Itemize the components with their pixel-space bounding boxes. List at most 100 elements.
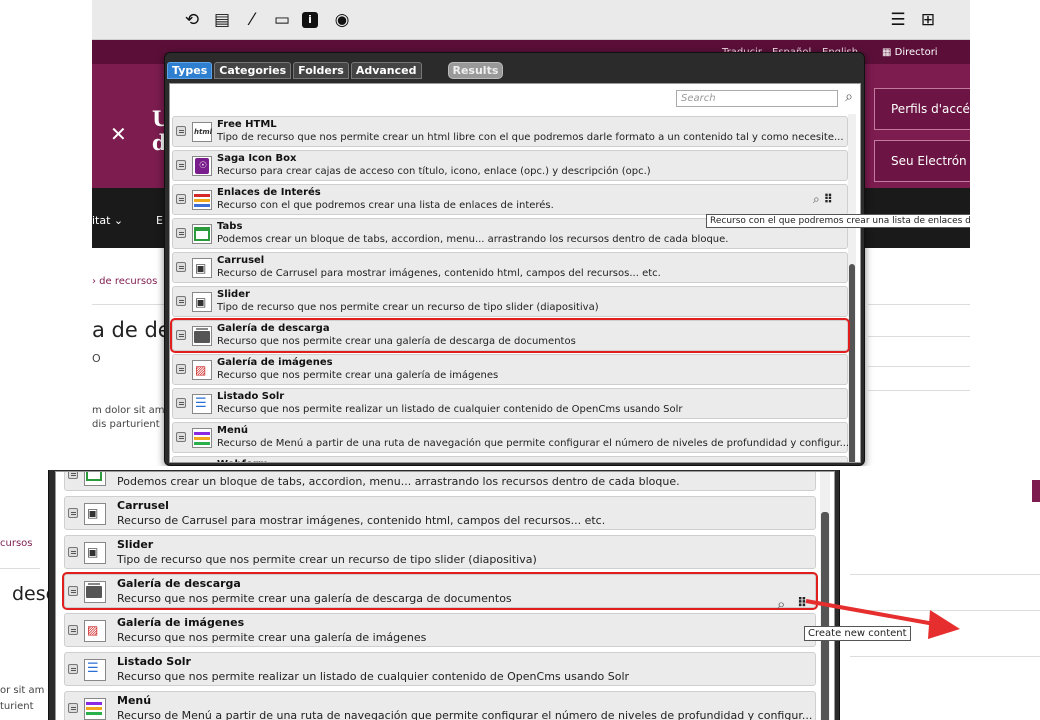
drag-handle-icon[interactable] (68, 472, 78, 479)
item-actions: ⌕ ⠿ (813, 192, 833, 207)
folder-icon[interactable]: ▭ (272, 10, 292, 30)
screenshot-top: ⟲ ▤ ⁄ ▭ i ◉ ☰ ⊞ Traducir Español English… (92, 0, 970, 466)
drag-handle-icon[interactable] (176, 126, 186, 136)
create-content-icon[interactable]: ⠿ (824, 192, 833, 206)
tab-types[interactable]: Types (167, 62, 213, 79)
slider-icon: ▣ (192, 292, 212, 312)
resource-type-item[interactable]: ☰ Listado Solr Recurso que nos permite rea… (64, 652, 816, 686)
drag-handle-icon[interactable] (176, 160, 186, 170)
resource-type-item[interactable]: ☉ Saga Icon Box Recurso para crear cajas d… (172, 150, 848, 181)
clipboard-icon[interactable]: ▤ (212, 10, 232, 30)
info-icon[interactable]: i (302, 12, 318, 28)
drag-handle-icon[interactable] (176, 262, 186, 272)
resource-type-item[interactable]: ▣ Carrusel Recurso de Carrusel para mostra… (172, 252, 848, 283)
resource-type-item[interactable]: ▨ Galería de imágenes Recurso que nos perm… (64, 613, 816, 647)
search-icon[interactable]: ⌕ (840, 88, 858, 106)
tabs-icon (84, 472, 106, 486)
circle-icon[interactable]: ◉ (332, 10, 352, 30)
resource-description: Recurso que nos permite realizar un list… (217, 404, 683, 415)
tabs-icon (192, 224, 212, 244)
drag-handle-icon[interactable] (176, 296, 186, 306)
arrow-shaft (805, 599, 941, 627)
drag-handle-icon[interactable] (176, 330, 186, 340)
drag-handle-icon[interactable] (68, 547, 78, 557)
resource-title: Listado Solr (217, 391, 285, 402)
resource-type-item[interactable]: Webform (172, 456, 848, 463)
tab-advanced[interactable]: Advanced (350, 62, 422, 79)
resource-title: Carrusel (217, 255, 265, 266)
nav-item[interactable]: itat ⌄ (92, 214, 123, 227)
add-content-dialog-zoomed: Tabs Podemos crear un bloque de tabs, acc… (48, 470, 840, 720)
drag-handle-icon[interactable] (68, 508, 78, 518)
list-icon[interactable]: ☰ (888, 10, 908, 30)
drag-handle-icon[interactable] (176, 228, 186, 238)
scrollbar[interactable] (848, 114, 856, 462)
divider-right-4 (868, 390, 970, 391)
resource-type-item[interactable]: ☰ Listado Solr Recurso que nos permite rea… (172, 388, 848, 419)
image-gallery-icon: ▨ (192, 360, 212, 380)
resource-type-item[interactable]: Menú Recurso de Menú a partir de una ruta… (172, 422, 850, 453)
resource-description: Tipo de recurso que nos permite crear un… (217, 302, 599, 313)
html-icon: html (192, 122, 212, 142)
directory-link[interactable]: ▦ Directori (882, 47, 938, 58)
breadcrumb[interactable]: cursos (0, 538, 33, 549)
resource-type-item[interactable]: Galería de descarga Recurso que nos permi… (170, 318, 850, 353)
icon-box-icon: ☉ (192, 156, 212, 176)
drag-handle-icon[interactable] (68, 664, 78, 674)
resource-title: Webform (217, 459, 268, 462)
search-input[interactable]: Search (676, 90, 838, 107)
nav-item-2[interactable]: E (156, 214, 163, 227)
carousel-icon: ▣ (192, 258, 212, 278)
divider-right-3 (850, 656, 1040, 657)
drag-handle-icon[interactable] (176, 194, 186, 204)
resource-description: Recurso que nos permite realizar un list… (117, 670, 630, 683)
resource-type-item[interactable]: ▣ Slider Tipo de recurso que nos permite c… (64, 535, 816, 569)
resource-description: Podemos crear un bloque de tabs, accordi… (117, 475, 680, 488)
resource-title: Enlaces de Interés (217, 187, 321, 198)
electronic-office-button[interactable]: Seu Electrón (874, 140, 970, 182)
resource-title: Tabs (217, 221, 243, 232)
drag-handle-icon[interactable] (176, 432, 186, 442)
resource-type-item[interactable]: Enlaces de Interés Recurso con el que pod… (172, 184, 848, 215)
resource-title: Carrusel (117, 499, 169, 512)
resource-type-item[interactable]: Tabs Podemos crear un bloque de tabs, acc… (64, 472, 816, 491)
resource-description: Recurso de Menú a partir de una ruta de … (217, 438, 850, 449)
drag-handle-icon[interactable] (68, 586, 78, 596)
search-icon[interactable]: ⌕ (813, 192, 820, 206)
body-text-2: turient (0, 701, 34, 712)
wand-icon[interactable]: ⁄ (242, 10, 262, 30)
divider-right (850, 574, 1040, 575)
tab-categories[interactable]: Categories (214, 62, 292, 79)
edge-marker (1032, 480, 1040, 502)
resource-type-item[interactable]: ▨ Galería de imágenes Recurso que nos perm… (172, 354, 848, 385)
directory-icon: ▦ (882, 47, 895, 58)
resource-description: Recurso que nos permite crear una galerí… (117, 592, 512, 605)
resource-title: Listado Solr (117, 655, 191, 668)
breadcrumb[interactable]: › de recursos (92, 276, 157, 287)
body-text-1: or sit am (0, 685, 45, 696)
resource-type-item[interactable]: ▣ Carrusel Recurso de Carrusel para mostra… (64, 496, 816, 530)
sitemap-icon[interactable]: ⊞ (918, 10, 938, 30)
resource-title: Galería de descarga (217, 323, 330, 334)
resource-description: Recurso para crear cajas de acceso con t… (217, 166, 651, 177)
resource-type-item[interactable]: Menú Recurso de Menú a partir de una ruta… (64, 691, 816, 720)
directory-label: Directori (894, 47, 938, 58)
resource-title: Menú (117, 694, 152, 707)
drag-handle-icon[interactable] (68, 703, 78, 713)
dialog-content: Search ⌕ html Free HTML Tipo de recurso qu… (169, 83, 861, 463)
form-icon (192, 462, 212, 463)
scrollbar-thumb[interactable] (849, 264, 855, 462)
drag-handle-icon[interactable] (176, 364, 186, 374)
drag-handle-icon[interactable] (68, 625, 78, 635)
history-icon[interactable]: ⟲ (182, 10, 202, 30)
resource-type-item[interactable]: Galería de descarga Recurso que nos permi… (62, 572, 818, 610)
resource-type-item[interactable]: html Free HTML Tipo de recurso que nos per… (172, 116, 848, 147)
search-icon[interactable]: ⌕ (777, 595, 785, 613)
profiles-button[interactable]: Perfils d'accé (874, 88, 970, 130)
resource-title: Menú (217, 425, 248, 436)
resource-type-item[interactable]: ▣ Slider Tipo de recurso que nos permite c… (172, 286, 848, 317)
dialog-tabs: Types Categories Folders Advanced Results (167, 59, 505, 79)
tab-folders[interactable]: Folders (293, 62, 349, 79)
drag-handle-icon[interactable] (176, 398, 186, 408)
tab-results[interactable]: Results (447, 62, 504, 79)
